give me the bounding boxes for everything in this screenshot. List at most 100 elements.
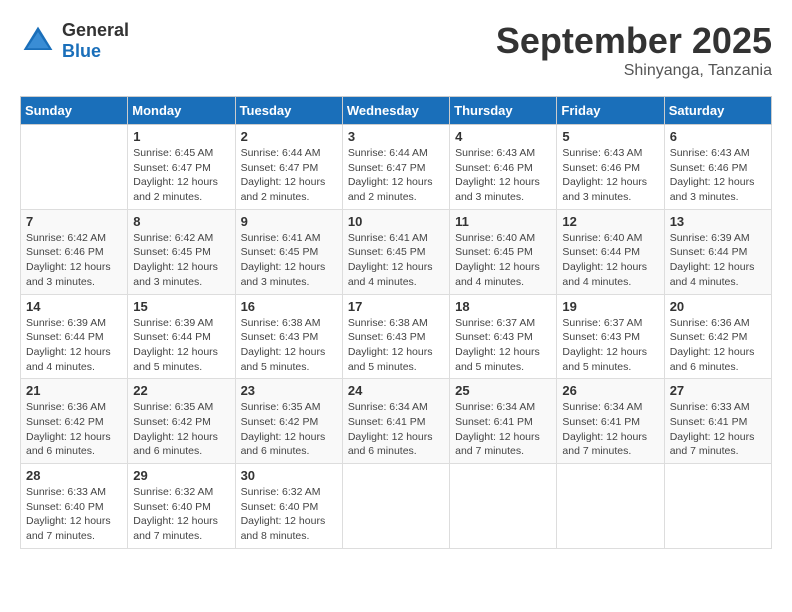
- day-info: Sunrise: 6:43 AM Sunset: 6:46 PM Dayligh…: [455, 146, 551, 205]
- day-number: 19: [562, 299, 658, 314]
- title-block: September 2025 Shinyanga, Tanzania: [496, 20, 772, 80]
- day-number: 24: [348, 383, 444, 398]
- day-info: Sunrise: 6:45 AM Sunset: 6:47 PM Dayligh…: [133, 146, 229, 205]
- calendar-day: 15 Sunrise: 6:39 AM Sunset: 6:44 PM Dayli…: [128, 294, 235, 379]
- day-info: Sunrise: 6:37 AM Sunset: 6:43 PM Dayligh…: [562, 316, 658, 375]
- day-number: 17: [348, 299, 444, 314]
- calendar-day: [21, 125, 128, 210]
- day-info: Sunrise: 6:39 AM Sunset: 6:44 PM Dayligh…: [670, 231, 766, 290]
- header-wednesday: Wednesday: [342, 97, 449, 125]
- calendar-day: 21 Sunrise: 6:36 AM Sunset: 6:42 PM Dayli…: [21, 379, 128, 464]
- day-info: Sunrise: 6:41 AM Sunset: 6:45 PM Dayligh…: [348, 231, 444, 290]
- calendar-header-row: Sunday Monday Tuesday Wednesday Thursday…: [21, 97, 772, 125]
- day-number: 12: [562, 214, 658, 229]
- day-info: Sunrise: 6:34 AM Sunset: 6:41 PM Dayligh…: [562, 400, 658, 459]
- day-info: Sunrise: 6:35 AM Sunset: 6:42 PM Dayligh…: [241, 400, 337, 459]
- day-info: Sunrise: 6:40 AM Sunset: 6:45 PM Dayligh…: [455, 231, 551, 290]
- calendar-day: 17 Sunrise: 6:38 AM Sunset: 6:43 PM Dayli…: [342, 294, 449, 379]
- day-number: 1: [133, 129, 229, 144]
- day-info: Sunrise: 6:34 AM Sunset: 6:41 PM Dayligh…: [455, 400, 551, 459]
- day-number: 26: [562, 383, 658, 398]
- day-info: Sunrise: 6:42 AM Sunset: 6:46 PM Dayligh…: [26, 231, 122, 290]
- day-number: 2: [241, 129, 337, 144]
- day-info: Sunrise: 6:38 AM Sunset: 6:43 PM Dayligh…: [348, 316, 444, 375]
- day-number: 22: [133, 383, 229, 398]
- calendar-day: 3 Sunrise: 6:44 AM Sunset: 6:47 PM Daylig…: [342, 125, 449, 210]
- day-info: Sunrise: 6:39 AM Sunset: 6:44 PM Dayligh…: [133, 316, 229, 375]
- day-number: 30: [241, 468, 337, 483]
- day-info: Sunrise: 6:36 AM Sunset: 6:42 PM Dayligh…: [26, 400, 122, 459]
- calendar-day: 27Sunrise: 6:33 AM Sunset: 6:41 PM Dayli…: [664, 379, 771, 464]
- calendar-day: 29 Sunrise: 6:32 AM Sunset: 6:40 PM Dayli…: [128, 464, 235, 549]
- header-thursday: Thursday: [450, 97, 557, 125]
- day-info: Sunrise: 6:36 AM Sunset: 6:42 PM Dayligh…: [670, 316, 766, 375]
- day-info: Sunrise: 6:43 AM Sunset: 6:46 PM Dayligh…: [562, 146, 658, 205]
- calendar-week-row: 7 Sunrise: 6:42 AM Sunset: 6:46 PM Daylig…: [21, 209, 772, 294]
- day-info: Sunrise: 6:32 AM Sunset: 6:40 PM Dayligh…: [241, 485, 337, 544]
- header-tuesday: Tuesday: [235, 97, 342, 125]
- day-number: 4: [455, 129, 551, 144]
- calendar-week-row: 28 Sunrise: 6:33 AM Sunset: 6:40 PM Dayli…: [21, 464, 772, 549]
- calendar-day: [342, 464, 449, 549]
- calendar-day: 30 Sunrise: 6:32 AM Sunset: 6:40 PM Dayli…: [235, 464, 342, 549]
- calendar-day: 12 Sunrise: 6:40 AM Sunset: 6:44 PM Dayli…: [557, 209, 664, 294]
- calendar-day: 28 Sunrise: 6:33 AM Sunset: 6:40 PM Dayli…: [21, 464, 128, 549]
- calendar-day: 16Sunrise: 6:38 AM Sunset: 6:43 PM Dayli…: [235, 294, 342, 379]
- day-info: Sunrise: 6:34 AM Sunset: 6:41 PM Dayligh…: [348, 400, 444, 459]
- header-sunday: Sunday: [21, 97, 128, 125]
- day-info: Sunrise: 6:39 AM Sunset: 6:44 PM Dayligh…: [26, 316, 122, 375]
- day-info: Sunrise: 6:44 AM Sunset: 6:47 PM Dayligh…: [348, 146, 444, 205]
- calendar-day: [450, 464, 557, 549]
- day-info: Sunrise: 6:33 AM Sunset: 6:41 PM Dayligh…: [670, 400, 766, 459]
- calendar-day: 9Sunrise: 6:41 AM Sunset: 6:45 PM Daylig…: [235, 209, 342, 294]
- day-number: 10: [348, 214, 444, 229]
- day-info: Sunrise: 6:42 AM Sunset: 6:45 PM Dayligh…: [133, 231, 229, 290]
- day-info: Sunrise: 6:40 AM Sunset: 6:44 PM Dayligh…: [562, 231, 658, 290]
- logo-blue: Blue: [62, 41, 101, 61]
- calendar-day: 19 Sunrise: 6:37 AM Sunset: 6:43 PM Dayli…: [557, 294, 664, 379]
- calendar-day: 14 Sunrise: 6:39 AM Sunset: 6:44 PM Dayli…: [21, 294, 128, 379]
- day-number: 21: [26, 383, 122, 398]
- calendar-day: 13 Sunrise: 6:39 AM Sunset: 6:44 PM Dayli…: [664, 209, 771, 294]
- day-number: 20: [670, 299, 766, 314]
- day-number: 25: [455, 383, 551, 398]
- day-info: Sunrise: 6:41 AM Sunset: 6:45 PM Dayligh…: [241, 231, 337, 290]
- header-saturday: Saturday: [664, 97, 771, 125]
- logo: General Blue: [20, 20, 129, 62]
- day-number: 3: [348, 129, 444, 144]
- day-number: 5: [562, 129, 658, 144]
- day-number: 23: [241, 383, 337, 398]
- day-number: 28: [26, 468, 122, 483]
- calendar-day: 22 Sunrise: 6:35 AM Sunset: 6:42 PM Dayli…: [128, 379, 235, 464]
- calendar-day: 2Sunrise: 6:44 AM Sunset: 6:47 PM Daylig…: [235, 125, 342, 210]
- logo-icon: [20, 23, 56, 59]
- calendar-day: [557, 464, 664, 549]
- calendar-week-row: 21 Sunrise: 6:36 AM Sunset: 6:42 PM Dayli…: [21, 379, 772, 464]
- day-info: Sunrise: 6:38 AM Sunset: 6:43 PM Dayligh…: [241, 316, 337, 375]
- day-number: 15: [133, 299, 229, 314]
- location-subtitle: Shinyanga, Tanzania: [496, 62, 772, 80]
- calendar-day: 23 Sunrise: 6:35 AM Sunset: 6:42 PM Dayli…: [235, 379, 342, 464]
- day-info: Sunrise: 6:43 AM Sunset: 6:46 PM Dayligh…: [670, 146, 766, 205]
- calendar-day: 24 Sunrise: 6:34 AM Sunset: 6:41 PM Dayli…: [342, 379, 449, 464]
- calendar-day: 10 Sunrise: 6:41 AM Sunset: 6:45 PM Dayli…: [342, 209, 449, 294]
- day-number: 18: [455, 299, 551, 314]
- month-title: September 2025: [496, 20, 772, 62]
- day-info: Sunrise: 6:33 AM Sunset: 6:40 PM Dayligh…: [26, 485, 122, 544]
- logo-general: General: [62, 20, 129, 40]
- calendar-day: 6Sunrise: 6:43 AM Sunset: 6:46 PM Daylig…: [664, 125, 771, 210]
- day-number: 13: [670, 214, 766, 229]
- day-number: 29: [133, 468, 229, 483]
- calendar-day: 18Sunrise: 6:37 AM Sunset: 6:43 PM Dayli…: [450, 294, 557, 379]
- calendar-day: 1 Sunrise: 6:45 AM Sunset: 6:47 PM Daylig…: [128, 125, 235, 210]
- day-number: 11: [455, 214, 551, 229]
- day-number: 7: [26, 214, 122, 229]
- calendar-day: 26 Sunrise: 6:34 AM Sunset: 6:41 PM Dayli…: [557, 379, 664, 464]
- day-number: 14: [26, 299, 122, 314]
- calendar-week-row: 1 Sunrise: 6:45 AM Sunset: 6:47 PM Daylig…: [21, 125, 772, 210]
- calendar-day: 20 Sunrise: 6:36 AM Sunset: 6:42 PM Dayli…: [664, 294, 771, 379]
- day-info: Sunrise: 6:32 AM Sunset: 6:40 PM Dayligh…: [133, 485, 229, 544]
- calendar-day: [664, 464, 771, 549]
- day-info: Sunrise: 6:35 AM Sunset: 6:42 PM Dayligh…: [133, 400, 229, 459]
- calendar-day: 8Sunrise: 6:42 AM Sunset: 6:45 PM Daylig…: [128, 209, 235, 294]
